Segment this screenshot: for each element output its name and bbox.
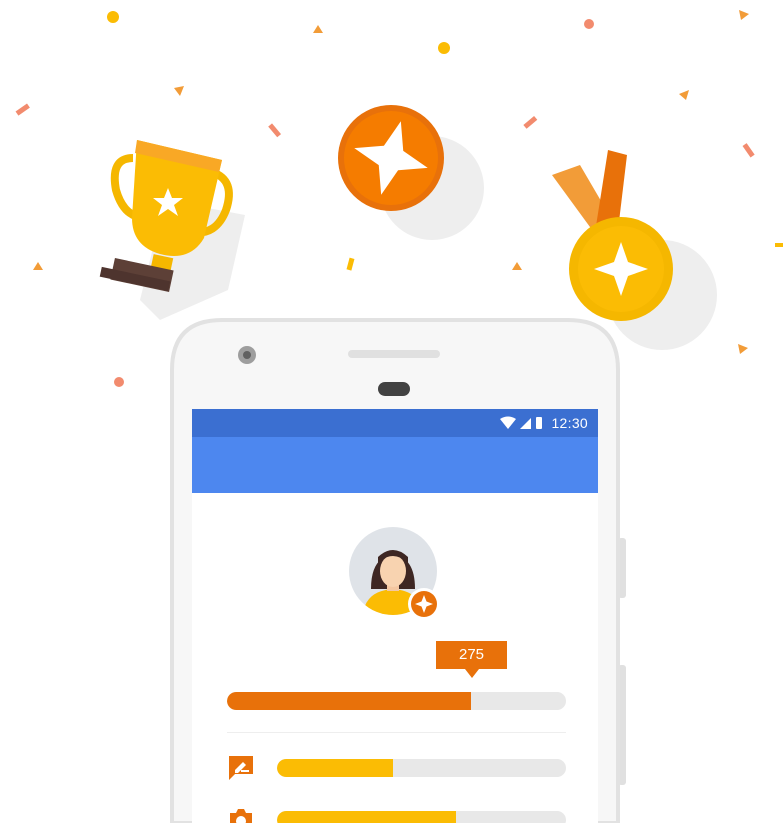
illustration-stage: 12:30 275 xyxy=(0,0,783,823)
status-time: 12:30 xyxy=(551,415,588,431)
local-guide-badge-icon xyxy=(408,588,440,620)
camera-icon xyxy=(230,809,252,823)
status-icons xyxy=(500,416,542,429)
app-bar xyxy=(192,437,598,493)
status-bar: 12:30 xyxy=(192,409,598,437)
wifi-icon xyxy=(500,416,516,429)
contribution-progress-reviews xyxy=(277,759,566,777)
contribution-progress-fill xyxy=(277,759,393,777)
score-progress-fill xyxy=(227,692,472,710)
score-badge: 275 xyxy=(436,641,507,678)
contribution-progress-fill xyxy=(277,811,457,823)
phone-screen: 12:30 275 xyxy=(192,409,598,823)
divider xyxy=(227,732,566,733)
edit-review-icon xyxy=(229,756,253,780)
signal-icon xyxy=(520,418,531,429)
score-progress-bar xyxy=(227,692,566,710)
contribution-progress-photos xyxy=(277,811,566,823)
star-badge-icon xyxy=(338,105,484,240)
battery-icon xyxy=(536,417,542,429)
trophy-icon xyxy=(99,140,245,320)
